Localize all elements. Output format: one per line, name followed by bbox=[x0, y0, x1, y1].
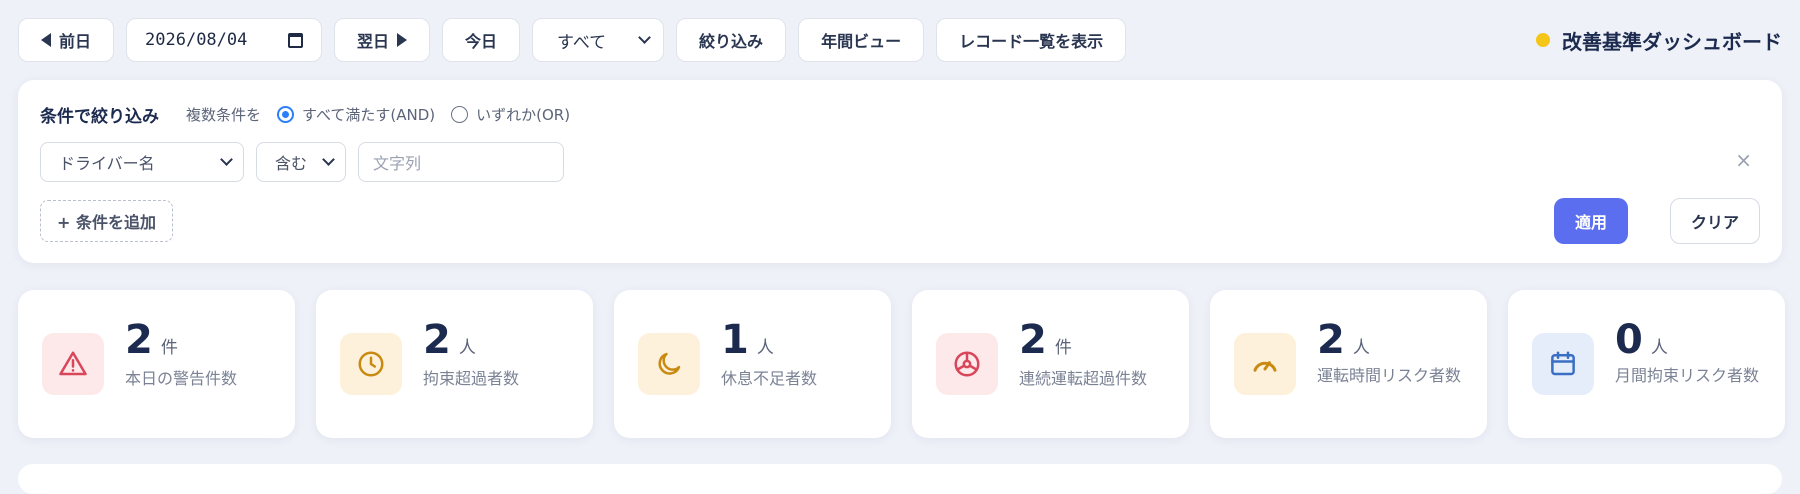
moon-icon bbox=[638, 333, 700, 395]
next-day-button[interactable]: 翌日 bbox=[334, 18, 431, 62]
card-unit: 人 bbox=[756, 338, 774, 358]
card-label: 休息不足者数 bbox=[721, 369, 818, 388]
card-label: 拘束超過者数 bbox=[423, 369, 520, 388]
records-list-button[interactable]: レコード一覧を表示 bbox=[936, 18, 1127, 62]
today-button[interactable]: 今日 bbox=[442, 18, 521, 62]
calendar-picker-icon[interactable] bbox=[288, 32, 304, 48]
records-list-label: レコード一覧を表示 bbox=[959, 32, 1104, 51]
scope-value: すべて bbox=[557, 32, 607, 53]
card-unit: 人 bbox=[1352, 338, 1370, 358]
card-value-group: 2 人 bbox=[1317, 320, 1370, 360]
card-value-group: 2 件 bbox=[125, 320, 178, 360]
filter-label: 絞り込み bbox=[699, 32, 764, 51]
card-value-group: 2 件 bbox=[1019, 320, 1072, 360]
operator-value: 含む bbox=[275, 154, 308, 173]
app-brand: 改善基準ダッシュボード bbox=[1536, 26, 1782, 55]
arrow-left-icon bbox=[41, 33, 51, 47]
toolbar: 前日 2026/08/04 翌日 今日 すべて 絞り込み 年間ビュー レコード一… bbox=[18, 18, 1782, 62]
prev-day-button[interactable]: 前日 bbox=[18, 18, 115, 62]
apply-label: 適用 bbox=[1574, 213, 1607, 232]
date-input[interactable]: 2026/08/04 bbox=[126, 18, 323, 62]
card-continuous-driving[interactable]: 2 件 連続運転超過件数 bbox=[912, 290, 1189, 438]
chevron-down-icon bbox=[322, 153, 335, 166]
card-monthly-restraint-risk[interactable]: 0 人 月間拘束リスク者数 bbox=[1508, 290, 1785, 438]
card-rest-shortage[interactable]: 1 人 休息不足者数 bbox=[614, 290, 891, 438]
card-label: 本日の警告件数 bbox=[125, 369, 238, 388]
steering-wheel-icon bbox=[936, 333, 998, 395]
filter-mode-group: 複数条件を すべて満たす(AND) いずれか(OR) bbox=[186, 104, 570, 125]
warning-triangle-icon bbox=[42, 333, 104, 395]
card-unit: 件 bbox=[1054, 338, 1072, 358]
add-condition-button[interactable]: + 条件を追加 bbox=[40, 200, 173, 242]
card-value: 2 bbox=[1317, 317, 1345, 363]
card-value: 0 bbox=[1615, 317, 1643, 363]
scope-select[interactable]: すべて bbox=[532, 18, 665, 62]
and-radio-label[interactable]: すべて満たす(AND) bbox=[302, 104, 435, 125]
status-dot-icon bbox=[1536, 33, 1550, 47]
clock-icon bbox=[340, 333, 402, 395]
gauge-icon bbox=[1234, 333, 1296, 395]
filter-button[interactable]: 絞り込み bbox=[676, 18, 787, 62]
chevron-down-icon bbox=[220, 153, 233, 166]
field-select[interactable]: ドライバー名 bbox=[40, 142, 244, 182]
filter-panel-title: 条件で絞り込み bbox=[40, 107, 159, 127]
filter-panel: 条件で絞り込み 複数条件を すべて満たす(AND) いずれか(OR) ドライバー… bbox=[18, 80, 1782, 263]
card-value: 2 bbox=[423, 317, 451, 363]
card-label: 月間拘束リスク者数 bbox=[1615, 366, 1760, 385]
card-unit: 件 bbox=[160, 338, 178, 358]
add-condition-label: + 条件を追加 bbox=[57, 213, 156, 232]
card-unit: 人 bbox=[1650, 338, 1668, 358]
or-radio-label[interactable]: いずれか(OR) bbox=[476, 104, 570, 125]
card-driving-time-risk[interactable]: 2 人 運転時間リスク者数 bbox=[1210, 290, 1487, 438]
card-value-group: 1 人 bbox=[721, 320, 774, 360]
or-radio[interactable] bbox=[451, 106, 469, 123]
content-panel bbox=[18, 464, 1782, 494]
condition-row: ドライバー名 含む 文字列 bbox=[40, 142, 564, 182]
card-value: 2 bbox=[125, 317, 153, 363]
card-value: 2 bbox=[1019, 317, 1047, 363]
filter-mode-prefix: 複数条件を bbox=[186, 106, 262, 124]
and-radio[interactable] bbox=[277, 106, 295, 123]
condition-text-placeholder: 文字列 bbox=[373, 154, 422, 173]
card-value-group: 0 人 bbox=[1615, 320, 1668, 360]
card-unit: 人 bbox=[458, 338, 476, 358]
card-today-warnings[interactable]: 2 件 本日の警告件数 bbox=[18, 290, 295, 438]
card-label: 連続運転超過件数 bbox=[1019, 369, 1148, 388]
clear-label: クリア bbox=[1690, 213, 1739, 232]
app-title: 改善基準ダッシュボード bbox=[1562, 29, 1782, 54]
calendar-icon bbox=[1532, 333, 1594, 395]
year-view-label: 年間ビュー bbox=[821, 32, 902, 51]
clear-button[interactable]: クリア bbox=[1670, 198, 1760, 244]
today-label: 今日 bbox=[465, 32, 498, 51]
field-value: ドライバー名 bbox=[59, 154, 155, 173]
chevron-down-icon bbox=[638, 31, 651, 44]
date-value: 2026/08/04 bbox=[145, 30, 248, 50]
arrow-right-icon bbox=[397, 33, 408, 47]
remove-condition-icon[interactable]: × bbox=[1735, 148, 1752, 172]
card-label: 運転時間リスク者数 bbox=[1317, 366, 1462, 385]
next-day-label: 翌日 bbox=[357, 32, 390, 51]
year-view-button[interactable]: 年間ビュー bbox=[798, 18, 925, 62]
card-value: 1 bbox=[721, 317, 749, 363]
card-restraint-over[interactable]: 2 人 拘束超過者数 bbox=[316, 290, 593, 438]
prev-day-label: 前日 bbox=[59, 32, 92, 51]
apply-button[interactable]: 適用 bbox=[1554, 198, 1628, 244]
card-value-group: 2 人 bbox=[423, 320, 476, 360]
operator-select[interactable]: 含む bbox=[256, 142, 346, 182]
summary-cards: 2 件 本日の警告件数 2 人 拘束超過者数 1 人 休息不足者数 2 件 連続… bbox=[18, 290, 1785, 438]
condition-text-input[interactable]: 文字列 bbox=[358, 142, 564, 182]
